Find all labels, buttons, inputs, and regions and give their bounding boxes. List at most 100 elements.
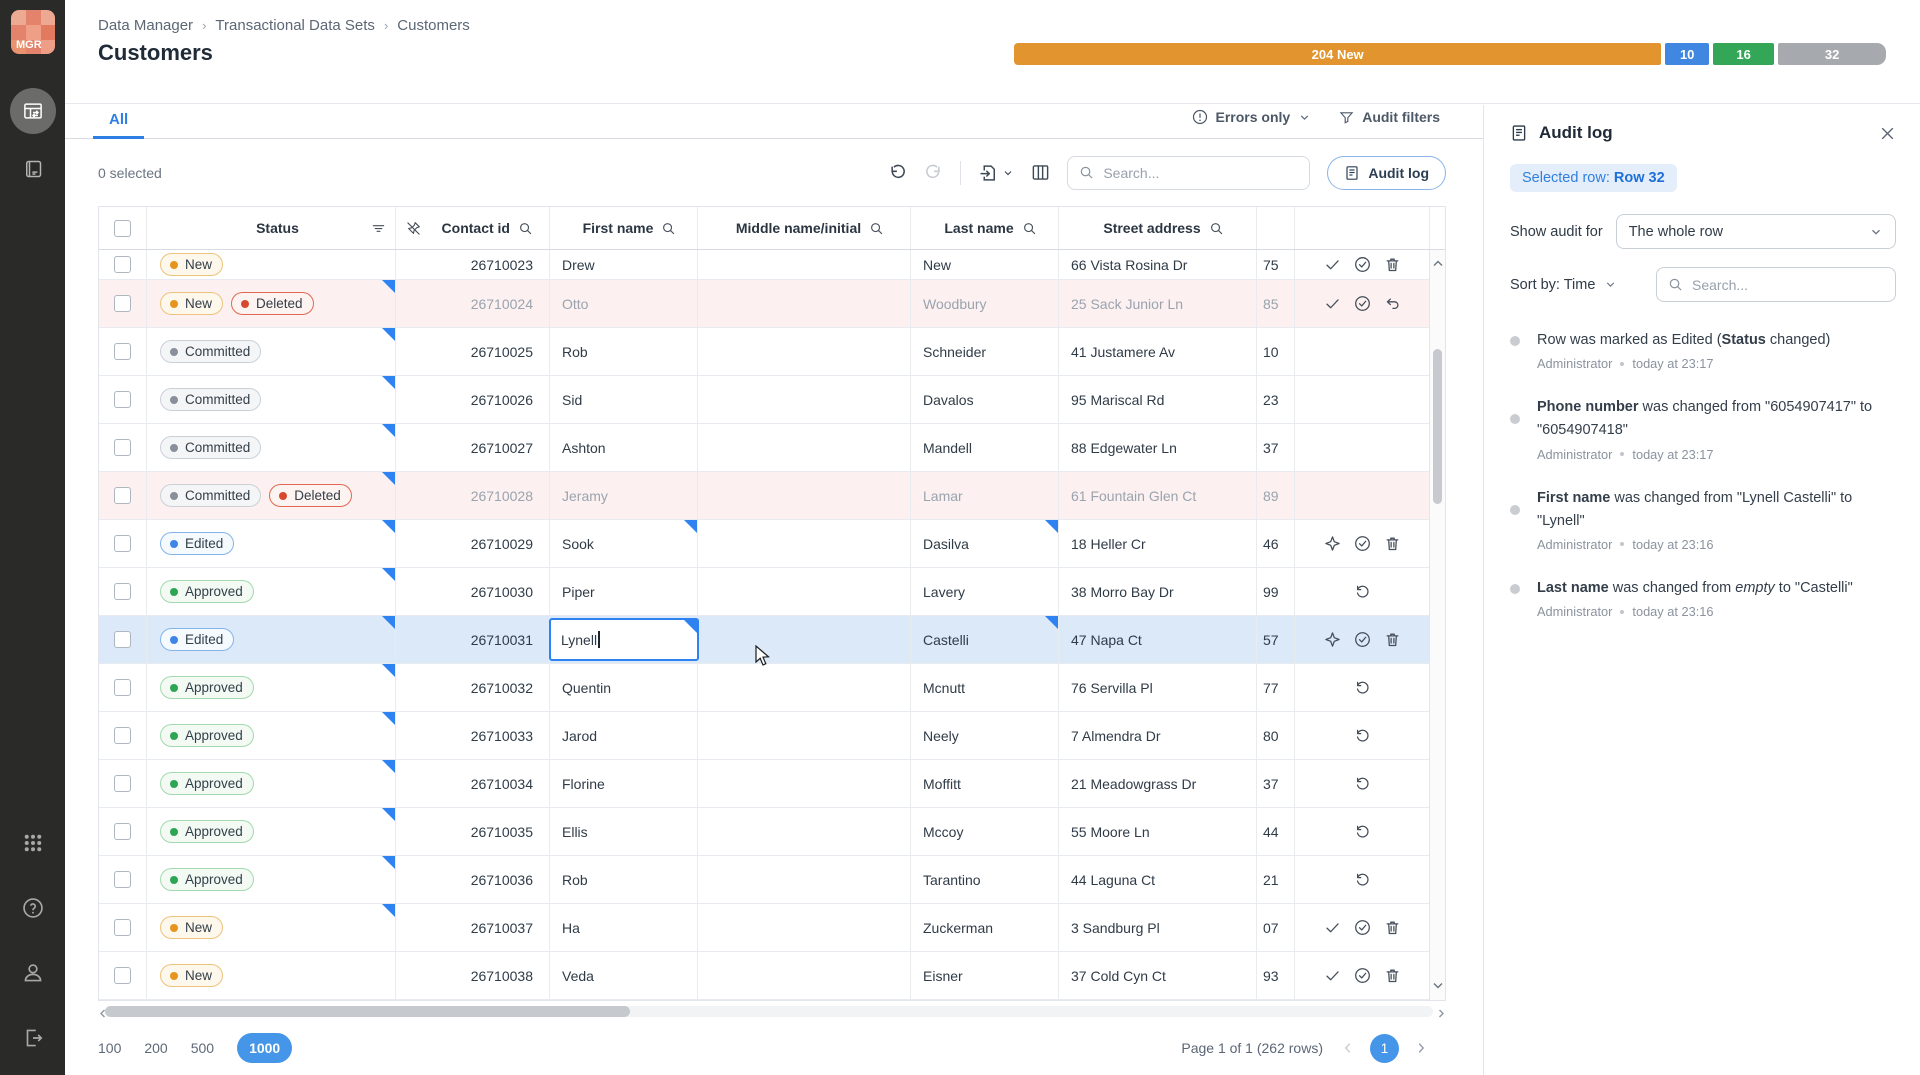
row-checkbox[interactable] xyxy=(114,727,131,744)
vertical-scrollbar[interactable] xyxy=(1429,250,1445,1000)
column-header-middle[interactable]: Middle name/initial xyxy=(698,207,911,249)
row-checkbox[interactable] xyxy=(114,535,131,552)
first-name-cell[interactable]: Otto xyxy=(550,280,698,327)
search-column-icon[interactable] xyxy=(661,221,676,236)
current-page-button[interactable]: 1 xyxy=(1370,1034,1399,1063)
last-name-cell[interactable]: Lavery xyxy=(911,568,1059,615)
first-name-cell[interactable]: Jarod xyxy=(550,712,698,759)
first-name-cell[interactable]: Veda xyxy=(550,952,698,999)
breadcrumb-item[interactable]: Data Manager xyxy=(98,17,193,34)
history-row-icon[interactable] xyxy=(1354,727,1372,745)
first-name-cell[interactable]: Rob xyxy=(550,328,698,375)
tab-all[interactable]: All xyxy=(93,111,144,139)
row-checkbox[interactable] xyxy=(114,487,131,504)
approve-row-icon[interactable] xyxy=(1354,919,1372,937)
street-address-cell[interactable]: 37 Cold Cyn Ct xyxy=(1059,952,1257,999)
first-name-cell[interactable]: Ellis xyxy=(550,808,698,855)
middle-name-cell[interactable] xyxy=(698,760,911,807)
delete-row-icon[interactable] xyxy=(1384,631,1402,649)
row-checkbox[interactable] xyxy=(114,343,131,360)
edited-row-icon[interactable] xyxy=(1324,535,1342,553)
street-address-cell[interactable]: 18 Heller Cr xyxy=(1059,520,1257,567)
scroll-right-icon[interactable] xyxy=(1436,1006,1446,1024)
search-column-icon[interactable] xyxy=(1209,221,1224,236)
last-name-cell[interactable]: Mccoy xyxy=(911,808,1059,855)
row-checkbox[interactable] xyxy=(114,871,131,888)
sidebar-item-data-manager[interactable] xyxy=(10,88,56,134)
first-name-cell[interactable]: Lynell xyxy=(550,616,698,663)
street-address-cell[interactable]: 47 Napa Ct xyxy=(1059,616,1257,663)
first-name-cell[interactable]: Sook xyxy=(550,520,698,567)
row-checkbox[interactable] xyxy=(114,775,131,792)
middle-name-cell[interactable] xyxy=(698,952,911,999)
street-address-cell[interactable]: 61 Fountain Glen Ct xyxy=(1059,472,1257,519)
restore-row-icon[interactable] xyxy=(1384,295,1402,313)
middle-name-cell[interactable] xyxy=(698,568,911,615)
first-name-cell[interactable]: Piper xyxy=(550,568,698,615)
column-header-contact[interactable]: Contact id xyxy=(396,207,550,249)
last-name-cell[interactable]: Schneider xyxy=(911,328,1059,375)
middle-name-cell[interactable] xyxy=(698,472,911,519)
delete-row-icon[interactable] xyxy=(1384,919,1402,937)
first-name-cell[interactable]: Jeramy xyxy=(550,472,698,519)
undo-button[interactable] xyxy=(888,163,907,182)
select-all-checkbox[interactable] xyxy=(114,220,131,237)
table-search-input[interactable]: Search... xyxy=(1067,156,1310,190)
close-icon[interactable] xyxy=(1879,125,1896,142)
delete-row-icon[interactable] xyxy=(1384,256,1402,274)
middle-name-cell[interactable] xyxy=(698,520,911,567)
street-address-cell[interactable]: 7 Almendra Dr xyxy=(1059,712,1257,759)
middle-name-cell[interactable] xyxy=(698,328,911,375)
street-address-cell[interactable]: 76 Servilla Pl xyxy=(1059,664,1257,711)
last-name-cell[interactable]: Moffitt xyxy=(911,760,1059,807)
column-header-status[interactable]: Status xyxy=(147,207,396,249)
profile-icon[interactable] xyxy=(10,954,56,992)
edited-row-icon[interactable] xyxy=(1324,631,1342,649)
first-name-cell[interactable]: Ha xyxy=(550,904,698,951)
first-name-cell[interactable]: Ashton xyxy=(550,424,698,471)
first-name-cell[interactable]: Quentin xyxy=(550,664,698,711)
middle-name-cell[interactable] xyxy=(698,280,911,327)
next-page-icon[interactable] xyxy=(1414,1041,1428,1055)
history-row-icon[interactable] xyxy=(1354,871,1372,889)
first-name-cell[interactable]: Drew xyxy=(550,250,698,279)
vertical-scroll-thumb[interactable] xyxy=(1433,349,1442,504)
last-name-cell[interactable]: Woodbury xyxy=(911,280,1059,327)
last-name-cell[interactable]: New xyxy=(911,250,1059,279)
delete-row-icon[interactable] xyxy=(1384,967,1402,985)
row-checkbox[interactable] xyxy=(114,823,131,840)
first-name-cell[interactable]: Sid xyxy=(550,376,698,423)
approve-row-icon[interactable] xyxy=(1354,535,1372,553)
accept-row-icon[interactable] xyxy=(1324,256,1342,274)
unpin-column-icon[interactable] xyxy=(406,221,421,236)
audit-filters-button[interactable]: Audit filters xyxy=(1339,109,1440,125)
row-checkbox[interactable] xyxy=(114,583,131,600)
approve-row-icon[interactable] xyxy=(1354,295,1372,313)
middle-name-cell[interactable] xyxy=(698,250,911,279)
delete-row-icon[interactable] xyxy=(1384,535,1402,553)
last-name-cell[interactable]: Davalos xyxy=(911,376,1059,423)
sidebar-item-catalog[interactable] xyxy=(10,150,56,188)
help-icon[interactable] xyxy=(10,889,56,927)
row-checkbox[interactable] xyxy=(114,631,131,648)
last-name-cell[interactable]: Mandell xyxy=(911,424,1059,471)
first-name-cell[interactable]: Rob xyxy=(550,856,698,903)
row-checkbox[interactable] xyxy=(114,679,131,696)
columns-button[interactable] xyxy=(1031,163,1050,182)
scroll-up-icon[interactable] xyxy=(1433,255,1443,273)
horizontal-scroll-thumb[interactable] xyxy=(105,1006,630,1017)
row-checkbox[interactable] xyxy=(114,295,131,312)
middle-name-cell[interactable] xyxy=(698,856,911,903)
column-header-last[interactable]: Last name xyxy=(911,207,1059,249)
row-checkbox[interactable] xyxy=(114,967,131,984)
logout-icon[interactable] xyxy=(10,1019,56,1057)
page-size-1000[interactable]: 1000 xyxy=(237,1033,292,1063)
errors-only-filter[interactable]: Errors only xyxy=(1192,109,1312,125)
history-row-icon[interactable] xyxy=(1354,775,1372,793)
approve-row-icon[interactable] xyxy=(1354,631,1372,649)
row-checkbox[interactable] xyxy=(114,256,131,273)
last-name-cell[interactable]: Mcnutt xyxy=(911,664,1059,711)
audit-search-input[interactable]: Search... xyxy=(1656,267,1896,302)
middle-name-cell[interactable] xyxy=(698,808,911,855)
history-row-icon[interactable] xyxy=(1354,823,1372,841)
